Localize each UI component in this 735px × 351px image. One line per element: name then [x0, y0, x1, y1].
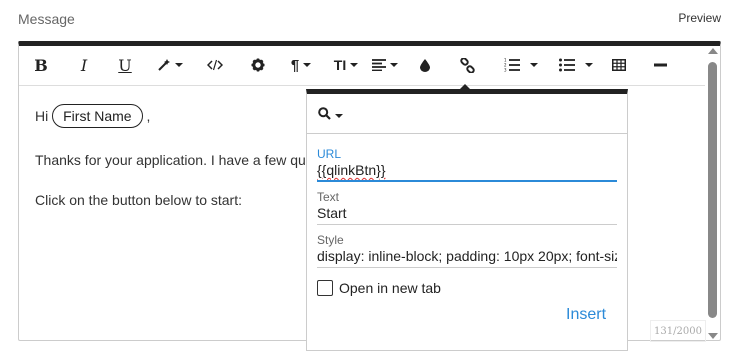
body-line: Thanks for your application. I have a fe… — [35, 152, 306, 168]
url-input[interactable]: {{qlinkBtn}} — [317, 162, 617, 182]
insert-link-button[interactable] — [457, 54, 477, 76]
insert-table-button[interactable] — [610, 54, 628, 76]
greeting-comma: , — [146, 108, 151, 124]
preview-link[interactable]: Preview — [678, 11, 721, 25]
text-label: Text — [317, 190, 340, 204]
open-new-tab-checkbox[interactable] — [317, 280, 333, 296]
url-field[interactable]: URL {{qlinkBtn}} — [317, 147, 617, 182]
character-counter: 131/2000 — [650, 320, 706, 342]
chevron-down-icon — [390, 63, 398, 67]
text-input[interactable]: Start — [317, 205, 617, 225]
chevron-down-icon — [530, 63, 538, 67]
text-color-button[interactable] — [417, 54, 433, 76]
url-label: URL — [317, 147, 342, 161]
scroll-up-arrow-icon[interactable] — [708, 48, 718, 54]
link-icon — [459, 57, 475, 73]
table-icon — [612, 59, 626, 71]
url-value: {{qlinkBtn}} — [317, 162, 386, 178]
code-icon — [207, 59, 223, 71]
chevron-down-icon — [350, 63, 359, 67]
style-field[interactable]: Style display: inline-block; padding: 10… — [317, 233, 617, 268]
ordered-list-button[interactable]: 123 — [501, 54, 541, 76]
paragraph-icon: ¶ — [290, 56, 300, 74]
greeting-line: Hi First Name , — [35, 104, 150, 128]
settings-button[interactable] — [248, 54, 268, 76]
scroll-down-arrow-icon[interactable] — [708, 333, 718, 339]
editor-toolbar: B I U ¶ TI 123 — [19, 46, 705, 86]
vertical-scrollbar[interactable] — [705, 46, 720, 341]
text-field[interactable]: Text Start — [317, 190, 617, 225]
magic-wand-button[interactable] — [155, 54, 185, 76]
message-label: Message — [18, 11, 75, 27]
greeting-text: Hi — [35, 108, 49, 124]
svg-text:3: 3 — [504, 68, 507, 73]
link-search-dropdown[interactable] — [318, 107, 343, 125]
align-icon — [372, 59, 386, 71]
horizontal-rule-icon — [653, 63, 667, 67]
magic-wand-icon — [157, 58, 171, 72]
unordered-list-button[interactable] — [556, 54, 596, 76]
open-new-tab-label: Open in new tab — [339, 280, 441, 296]
style-label: Style — [317, 233, 344, 247]
unordered-list-icon — [559, 58, 575, 72]
align-button[interactable] — [370, 54, 400, 76]
open-new-tab-row[interactable]: Open in new tab — [317, 280, 441, 296]
chevron-down-icon — [585, 63, 593, 67]
body-line: Click on the button below to start: — [35, 192, 242, 208]
paragraph-format-button[interactable]: ¶ — [287, 54, 315, 76]
first-name-chip[interactable]: First Name — [52, 104, 143, 128]
link-popover: URL {{qlinkBtn}} Text Start Style displa… — [306, 89, 628, 351]
underline-button[interactable]: U — [115, 54, 135, 76]
italic-button[interactable]: I — [74, 54, 94, 76]
font-size-button[interactable]: TI — [331, 54, 361, 76]
chevron-down-icon — [303, 63, 312, 67]
scroll-thumb[interactable] — [708, 62, 717, 318]
chevron-down-icon — [335, 114, 343, 118]
horizontal-rule-button[interactable] — [651, 54, 669, 76]
code-view-button[interactable] — [205, 54, 225, 76]
style-input[interactable]: display: inline-block; padding: 10px 20p… — [317, 248, 617, 268]
chevron-down-icon — [175, 63, 183, 67]
search-icon — [318, 107, 331, 125]
insert-link-submit-button[interactable]: Insert — [566, 306, 606, 324]
ordered-list-icon: 123 — [504, 58, 520, 72]
color-drop-icon — [420, 58, 430, 72]
font-size-icon: TI — [333, 57, 347, 73]
gear-icon — [251, 58, 265, 72]
bold-button[interactable]: B — [31, 54, 51, 76]
link-search-bar[interactable] — [307, 94, 627, 134]
